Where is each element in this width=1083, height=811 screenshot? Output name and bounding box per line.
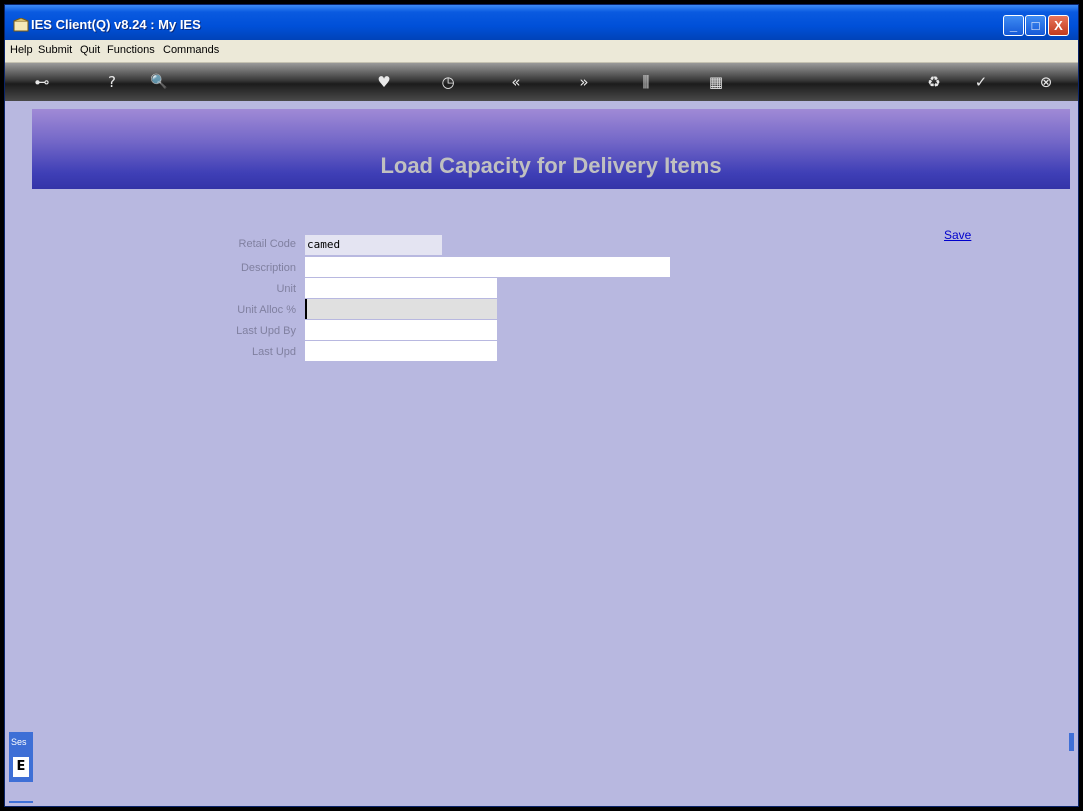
side-tab-label: Ses bbox=[11, 737, 27, 747]
menu-commands[interactable]: Commands bbox=[163, 44, 219, 56]
minimize-button[interactable]: _ bbox=[1003, 15, 1024, 36]
title-bar[interactable]: IES Client(Q) v8.24 : My IES _ □ X bbox=[5, 5, 1078, 40]
toolbar: ⊷ ? 🔍 ♥ ◷ « » ⫼ ▦ ♻ ✓ ⊗ bbox=[5, 63, 1078, 101]
save-button[interactable]: Save bbox=[944, 228, 971, 242]
unit-label: Unit bbox=[276, 283, 296, 295]
menu-submit[interactable]: Submit bbox=[38, 44, 72, 56]
menu-bar: Help Submit Quit Functions Commands bbox=[5, 40, 1078, 63]
close-window-button[interactable]: X bbox=[1048, 15, 1069, 36]
last-upd-by-field[interactable] bbox=[305, 320, 497, 340]
window-title: IES Client(Q) v8.24 : My IES bbox=[31, 17, 201, 32]
menu-functions[interactable]: Functions bbox=[107, 44, 155, 56]
check-icon[interactable]: ✓ bbox=[970, 72, 992, 92]
help-icon[interactable]: ? bbox=[101, 72, 123, 92]
key-icon[interactable]: ⊷ bbox=[27, 72, 57, 92]
search-icon[interactable]: 🔍 bbox=[147, 72, 171, 92]
side-tab-icon: E bbox=[13, 757, 29, 777]
last-upd-label: Last Upd bbox=[251, 346, 296, 358]
page-title: Load Capacity for Delivery Items bbox=[380, 153, 722, 178]
page-banner: Load Capacity for Delivery Items bbox=[32, 109, 1070, 189]
menu-quit[interactable]: Quit bbox=[80, 44, 100, 56]
description-field[interactable] bbox=[305, 257, 670, 277]
bottom-indicator bbox=[9, 801, 33, 803]
heart-icon[interactable]: ♥ bbox=[373, 72, 395, 92]
unit-alloc-label: Unit Alloc % bbox=[237, 304, 296, 316]
unit-alloc-field[interactable] bbox=[305, 299, 497, 319]
app-window: IES Client(Q) v8.24 : My IES _ □ X Help … bbox=[4, 4, 1079, 807]
scroll-marker[interactable] bbox=[1069, 733, 1074, 751]
last-upd-by-label: Last Upd By bbox=[236, 325, 296, 337]
session-side-tab[interactable]: Ses E bbox=[9, 732, 33, 782]
maximize-button[interactable]: □ bbox=[1025, 15, 1046, 36]
menu-help[interactable]: Help bbox=[10, 44, 33, 56]
back-icon[interactable]: « bbox=[505, 72, 527, 92]
app-icon bbox=[13, 18, 29, 32]
retail-code-label: Retail Code bbox=[238, 238, 296, 250]
description-label: Description bbox=[240, 262, 296, 274]
unit-field[interactable] bbox=[305, 278, 497, 298]
last-upd-field[interactable] bbox=[305, 341, 497, 361]
forward-icon[interactable]: » bbox=[573, 72, 595, 92]
tools-icon[interactable]: ⫼ bbox=[635, 72, 657, 92]
clock-icon[interactable]: ◷ bbox=[437, 72, 459, 92]
recycle-icon[interactable]: ♻ bbox=[923, 72, 945, 92]
grid-icon[interactable]: ▦ bbox=[705, 72, 727, 92]
retail-code-field[interactable]: camed bbox=[305, 235, 442, 255]
close-icon[interactable]: ⊗ bbox=[1035, 72, 1057, 92]
